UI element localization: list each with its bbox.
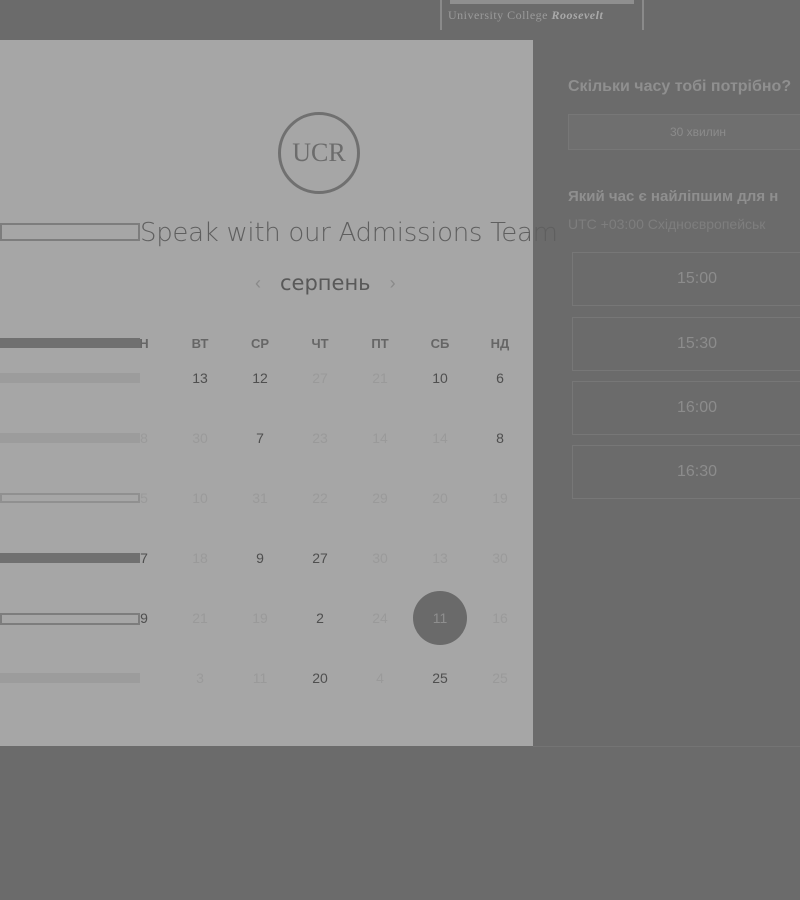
weekday-header: ПТ bbox=[371, 336, 389, 351]
calendar-day[interactable]: 9 bbox=[124, 606, 164, 630]
month-label: серпень bbox=[280, 271, 371, 295]
calendar-day: 21 bbox=[372, 370, 388, 386]
calendar-day: 23 bbox=[312, 430, 328, 446]
calendar-day bbox=[124, 366, 164, 390]
logo-text: University College Roosevelt bbox=[448, 8, 604, 22]
calendar-day: 19 bbox=[252, 610, 268, 626]
calendar-day: 5 bbox=[140, 490, 148, 506]
calendar-day: 14 bbox=[372, 430, 388, 446]
calendar-day: 3 bbox=[196, 670, 204, 686]
redacted-day bbox=[0, 553, 140, 563]
calendar-day: 27 bbox=[312, 370, 328, 386]
calendar-day: 14 bbox=[432, 430, 448, 446]
redacted-day bbox=[0, 433, 140, 443]
calendar-day: 13 bbox=[432, 550, 448, 566]
redacted-day bbox=[0, 673, 140, 683]
calendar-day: 30 bbox=[192, 430, 208, 446]
time-question: Який час є найліпшим для н bbox=[568, 188, 779, 205]
weekday-header: Н bbox=[139, 336, 149, 351]
time-slot-button[interactable]: 16:30 bbox=[572, 445, 800, 499]
calendar-day bbox=[124, 666, 164, 690]
month-navigation: ‹ серпень › bbox=[248, 268, 403, 298]
duration-select[interactable]: 30 хвилин bbox=[568, 114, 800, 150]
logo-mark bbox=[450, 0, 634, 4]
calendar-day[interactable]: 6 bbox=[480, 366, 520, 390]
weekday-header: НД bbox=[490, 336, 510, 351]
calendar-day: 22 bbox=[312, 490, 328, 506]
calendar-day[interactable]: 8 bbox=[480, 426, 520, 450]
modal-title: Speak with our Admissions Team bbox=[140, 218, 558, 248]
calendar-day: 11 bbox=[252, 670, 268, 686]
redacted-day bbox=[0, 493, 140, 503]
time-slot-button[interactable]: 15:30 bbox=[572, 317, 800, 371]
calendar-day[interactable]: 2 bbox=[300, 606, 340, 630]
ucr-logo: UCR bbox=[278, 112, 360, 194]
calendar-day[interactable]: 7 bbox=[240, 426, 280, 450]
time-slot-button[interactable]: 16:00 bbox=[572, 381, 800, 435]
chevron-left-icon[interactable]: ‹ bbox=[248, 273, 268, 294]
calendar-day[interactable]: 13 bbox=[180, 366, 220, 390]
calendar-day: 4 bbox=[376, 670, 384, 686]
redacted-day bbox=[0, 373, 140, 383]
calendar-day[interactable]: 25 bbox=[420, 666, 460, 690]
weekday-header: СР bbox=[250, 336, 270, 351]
calendar-day-selected[interactable]: 11 bbox=[413, 591, 467, 645]
divider bbox=[533, 746, 800, 747]
calendar-day: 8 bbox=[140, 430, 148, 446]
calendar-day: 30 bbox=[372, 550, 388, 566]
calendar-day: 10 bbox=[192, 490, 208, 506]
timezone-label: UTC +03:00 Східноєвропейськ bbox=[568, 216, 766, 232]
calendar-day: 18 bbox=[192, 550, 208, 566]
calendar-day: 20 bbox=[432, 490, 448, 506]
scheduling-modal: UCR Speak with our Admissions Team ‹ сер… bbox=[0, 40, 558, 746]
calendar-day[interactable]: 12 bbox=[240, 366, 280, 390]
calendar-day: 30 bbox=[492, 550, 508, 566]
chevron-right-icon[interactable]: › bbox=[383, 273, 403, 294]
calendar-day: 25 bbox=[492, 670, 508, 686]
weekday-header: СБ bbox=[430, 336, 450, 351]
calendar-day[interactable]: 27 bbox=[300, 546, 340, 570]
calendar-day: 29 bbox=[372, 490, 388, 506]
calendar-day[interactable]: 20 bbox=[300, 666, 340, 690]
time-slot-button[interactable]: 15:00 bbox=[572, 252, 800, 306]
redacted-day bbox=[0, 613, 140, 625]
calendar-day: 24 bbox=[372, 610, 388, 626]
calendar-day: 21 bbox=[192, 610, 208, 626]
duration-question: Скільки часу тобі потрібно? bbox=[568, 78, 792, 95]
calendar-day[interactable]: 9 bbox=[240, 546, 280, 570]
calendar-day[interactable]: 7 bbox=[124, 546, 164, 570]
redacted-field bbox=[0, 223, 140, 241]
calendar-day: 31 bbox=[252, 490, 268, 506]
redacted-weekday bbox=[0, 338, 140, 348]
calendar-day[interactable]: 10 bbox=[420, 366, 460, 390]
calendar-day: 16 bbox=[492, 610, 508, 626]
weekday-header: ЧТ bbox=[311, 336, 329, 351]
site-logo[interactable]: University College Roosevelt bbox=[440, 0, 644, 30]
calendar-day: 19 bbox=[492, 490, 508, 506]
weekday-header: ВТ bbox=[191, 336, 209, 351]
duration-value: 30 хвилин bbox=[669, 125, 727, 139]
